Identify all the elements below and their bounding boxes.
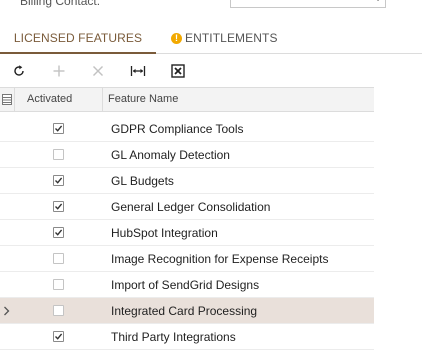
billing-contact-row: Billing Contact: (0, 0, 422, 12)
column-header-feature-name[interactable]: Feature Name (103, 88, 374, 112)
table-row[interactable]: GL Anomaly Detection (0, 142, 374, 168)
billing-contact-field[interactable] (230, 0, 386, 8)
fit-columns-button[interactable] (127, 60, 149, 82)
row-selector[interactable] (0, 168, 15, 194)
feature-name-cell[interactable]: GL Budgets (111, 168, 174, 194)
activated-checkbox[interactable] (53, 331, 64, 342)
delete-row-button[interactable] (87, 60, 109, 82)
checkmark-icon (55, 203, 63, 210)
feature-name-cell[interactable]: Integrated Card Processing (111, 298, 257, 324)
column-settings-cell[interactable] (0, 88, 15, 112)
licensed-features-grid: Activated Feature Name GDPR Compliance T… (0, 87, 374, 354)
activated-checkbox[interactable] (53, 253, 64, 264)
activated-checkbox[interactable] (53, 175, 64, 186)
table-row[interactable]: GDPR Compliance Tools (0, 116, 374, 142)
activated-checkbox[interactable] (53, 227, 64, 238)
table-row[interactable]: Import of SendGrid Designs (0, 272, 374, 298)
warning-icon: ! (171, 33, 182, 44)
excel-export-icon (171, 64, 185, 78)
table-row[interactable]: Third Party Integrations (0, 324, 374, 350)
grid-toolbar (0, 58, 422, 84)
activated-checkbox[interactable] (53, 279, 64, 290)
feature-name-cell[interactable]: GDPR Compliance Tools (111, 116, 244, 142)
grid-body: GDPR Compliance Tools GL Anomaly Detectio… (0, 112, 374, 354)
checkmark-icon (55, 125, 63, 132)
export-excel-button[interactable] (167, 60, 189, 82)
activated-checkbox[interactable] (53, 201, 64, 212)
row-selector[interactable] (0, 298, 15, 324)
row-selector[interactable] (0, 116, 15, 142)
activated-checkbox[interactable] (53, 305, 64, 316)
checkmark-icon (55, 177, 63, 184)
row-selector[interactable] (0, 246, 15, 272)
tab-entitlements[interactable]: ! ENTITLEMENTS (171, 22, 291, 54)
checkmark-icon (55, 229, 63, 236)
activated-checkbox[interactable] (53, 149, 64, 160)
billing-contact-label: Billing Contact: (20, 0, 101, 8)
tab-entitlements-label: ENTITLEMENTS (185, 31, 278, 45)
table-row[interactable]: General Ledger Consolidation (0, 194, 374, 220)
row-selector[interactable] (0, 324, 15, 350)
table-row[interactable]: HubSpot Integration (0, 220, 374, 246)
feature-name-cell[interactable]: Third Party Integrations (111, 324, 236, 350)
table-row[interactable]: Image Recognition for Expense Receipts (0, 246, 374, 272)
fit-columns-icon (130, 66, 146, 76)
row-selector[interactable] (0, 220, 15, 246)
add-row-button[interactable] (48, 60, 70, 82)
feature-name-cell[interactable]: Image Recognition for Expense Receipts (111, 246, 328, 272)
chevron-right-icon (4, 306, 10, 316)
table-row[interactable]: Integrated Card Processing (0, 298, 374, 324)
grid-header: Activated Feature Name (0, 87, 374, 112)
row-selector[interactable] (0, 194, 15, 220)
row-selector[interactable] (0, 272, 15, 298)
feature-name-cell[interactable]: General Ledger Consolidation (111, 194, 270, 220)
feature-name-cell[interactable]: Import of SendGrid Designs (111, 272, 259, 298)
search-icon[interactable] (369, 0, 379, 1)
row-selector[interactable] (0, 142, 15, 168)
column-settings-icon (2, 94, 12, 105)
activated-checkbox[interactable] (53, 123, 64, 134)
tab-licensed-features[interactable]: LICENSED FEATURES (0, 22, 156, 54)
feature-name-cell[interactable]: HubSpot Integration (111, 220, 218, 246)
refresh-icon (14, 65, 24, 76)
plus-icon (53, 65, 65, 77)
refresh-button[interactable] (8, 60, 30, 82)
column-header-activated[interactable]: Activated (15, 88, 103, 112)
tab-bar: LICENSED FEATURES ! ENTITLEMENTS (0, 22, 422, 54)
table-row[interactable]: GL Budgets (0, 168, 374, 194)
close-icon (93, 66, 103, 76)
checkmark-icon (55, 333, 63, 340)
feature-name-cell[interactable]: GL Anomaly Detection (111, 142, 230, 168)
